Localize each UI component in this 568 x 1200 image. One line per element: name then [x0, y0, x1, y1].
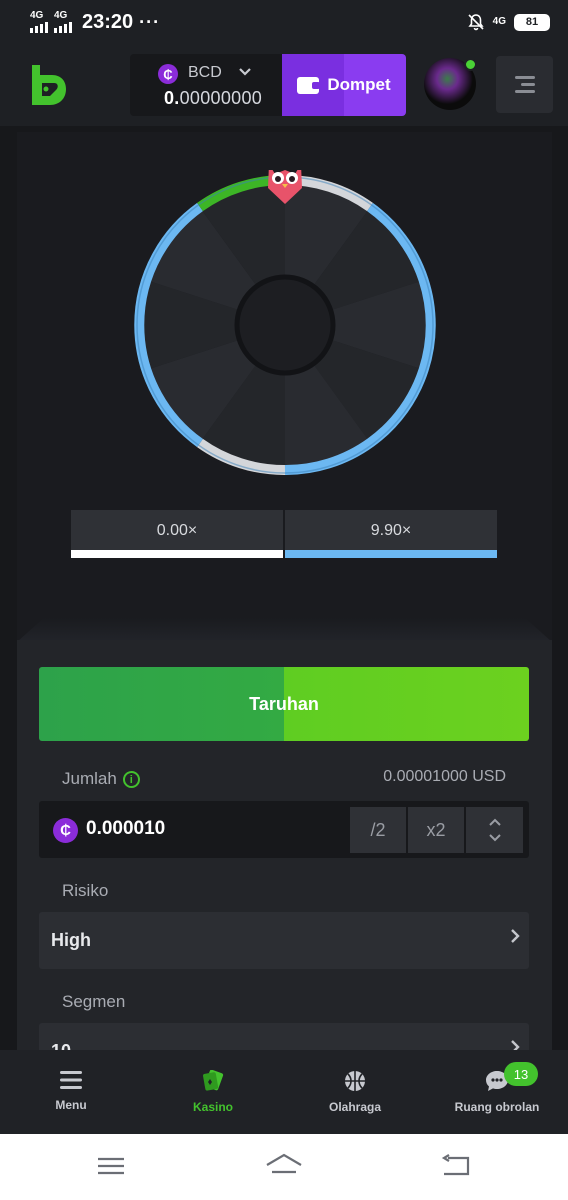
battery-level: 81: [525, 16, 539, 28]
amount-label-row: Jumlah i: [62, 769, 140, 789]
wheel: [134, 170, 436, 476]
amount-stepper[interactable]: [466, 807, 523, 853]
nav-sports[interactable]: Olahraga: [284, 1050, 426, 1134]
currency-selector[interactable]: ₵ BCD 0.00000000: [130, 54, 282, 116]
basketball-icon: [345, 1071, 365, 1091]
nav-label: Olahraga: [328, 1100, 382, 1114]
chat-unread-badge: 13: [504, 1062, 538, 1086]
wheel-game-area: 0.00× 9.90×: [17, 132, 552, 640]
chevron-down-icon: [238, 64, 252, 80]
back-icon[interactable]: [440, 1152, 472, 1180]
recent-apps-icon[interactable]: [96, 1152, 126, 1180]
casino-cards-icon: [203, 1070, 224, 1091]
bottom-nav: Menu Kasino Olahraga Ruang obrolan 13: [0, 1050, 568, 1134]
multiplier-row: 0.00× 9.90×: [71, 510, 497, 558]
amount-usd-value: 0.00001000 USD: [383, 768, 506, 785]
app-header: ₵ BCD 0.00000000 Dompet: [0, 44, 568, 126]
double-amount-button[interactable]: x2: [408, 807, 464, 853]
nav-menu[interactable]: Menu: [0, 1050, 142, 1134]
risk-value: High: [51, 930, 91, 950]
amount-input[interactable]: ₵ 0.000010 /2 x2: [39, 801, 529, 858]
home-icon[interactable]: [264, 1152, 304, 1180]
chevron-right-icon: [509, 926, 521, 952]
risk-select[interactable]: High: [39, 912, 529, 969]
more-notifications-icon: ···: [139, 11, 161, 32]
network-type: 4G: [30, 10, 44, 21]
status-bar: 4G 4G 23:20 ··· 4G 81: [0, 0, 568, 44]
multiplier-label: 0.00×: [156, 522, 198, 539]
wheel-hub: [234, 274, 336, 376]
hamburger-icon: [60, 1071, 82, 1089]
nav-label: Menu: [55, 1098, 87, 1112]
battery-icon: 81: [514, 13, 550, 31]
online-status-dot: [464, 58, 477, 71]
signal-bars-icon: [54, 22, 72, 33]
bell-muted-icon: [468, 14, 484, 31]
amount-value[interactable]: 0.000010: [86, 818, 165, 840]
side-menu-button[interactable]: [496, 56, 553, 113]
multiplier-white: 0.00×: [71, 510, 283, 558]
segments-label: Segmen: [62, 992, 126, 1011]
nav-chat[interactable]: Ruang obrolan 13: [426, 1050, 568, 1134]
signal-indicator-2: 4G: [54, 11, 72, 33]
bc-game-logo[interactable]: [28, 63, 68, 107]
chevron-updown-icon: [488, 818, 501, 842]
wallet-button-label: Dompet: [327, 75, 391, 94]
network-type: 4G: [54, 10, 68, 21]
half-amount-button[interactable]: /2: [350, 807, 406, 853]
multiplier-label: 9.90×: [370, 522, 412, 539]
risk-label: Risiko: [62, 881, 109, 900]
multiplier-blue: 9.90×: [285, 510, 497, 558]
amount-label: Jumlah: [62, 769, 117, 788]
bet-controls: Taruhan Jumlah i 0.00001000 USD ₵ 0.00001…: [17, 640, 552, 1080]
signal-indicator-1: 4G: [30, 11, 48, 33]
system-nav-bar: [0, 1134, 568, 1200]
divider: [17, 618, 552, 642]
nav-casino[interactable]: Kasino: [142, 1050, 284, 1134]
nav-label: Ruang obrolan: [454, 1100, 540, 1114]
wallet-button[interactable]: Dompet: [282, 54, 406, 116]
bcd-coin-icon: ₵: [158, 64, 178, 84]
bet-button[interactable]: Taruhan: [39, 667, 529, 741]
nav-label: Kasino: [192, 1100, 233, 1114]
currency-name: BCD: [188, 64, 222, 81]
clock: 23:20: [82, 10, 134, 33]
bcd-coin-icon: ₵: [53, 818, 78, 843]
wallet-icon: [297, 76, 321, 94]
network-type: 4G: [492, 16, 506, 27]
wallet-balance: 0.00000000: [164, 88, 263, 108]
info-icon[interactable]: i: [122, 771, 140, 789]
signal-bars-icon: [30, 22, 48, 33]
